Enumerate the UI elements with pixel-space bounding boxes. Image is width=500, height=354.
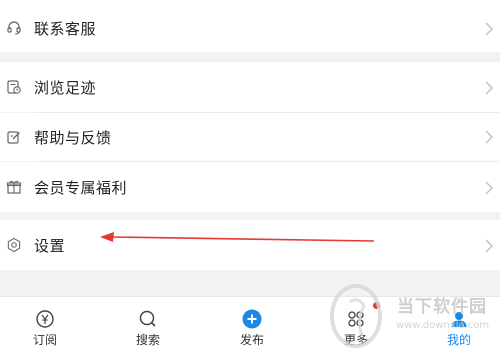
- chevron-right-icon: [485, 22, 494, 36]
- menu-item-contact[interactable]: 联系客服: [0, 0, 500, 52]
- history-icon: [6, 79, 22, 95]
- menu-item-settings[interactable]: 设置: [0, 220, 500, 270]
- chevron-right-icon: [485, 130, 494, 144]
- chevron-right-icon: [485, 81, 494, 95]
- search-icon: [139, 310, 156, 327]
- tab-label: 订阅: [32, 333, 57, 347]
- tab-publish[interactable]: 发布: [212, 297, 292, 354]
- menu-item-label: 设置: [34, 237, 66, 255]
- gift-icon: [6, 179, 22, 195]
- chevron-right-icon: [485, 239, 494, 253]
- headset-icon: [6, 20, 22, 36]
- yen-circle-icon: [36, 310, 54, 328]
- tab-search[interactable]: 搜索: [108, 297, 188, 354]
- edit-icon: [6, 129, 22, 145]
- menu-item-benefits[interactable]: 会员专属福利: [0, 162, 500, 212]
- chevron-right-icon: [485, 181, 494, 195]
- watermark-url: www.downxia.com: [396, 320, 490, 331]
- menu-item-label: 帮助与反馈: [34, 129, 112, 147]
- menu-item-feedback[interactable]: 帮助与反馈: [0, 113, 500, 161]
- tab-label: 发布: [239, 333, 264, 347]
- watermark-brand: 当下软件园: [397, 297, 487, 317]
- tab-subscribe[interactable]: 订阅: [5, 297, 85, 354]
- tab-label: 搜索: [135, 333, 160, 347]
- gear-icon: [6, 237, 22, 253]
- menu-item-history[interactable]: 浏览足迹: [0, 62, 500, 112]
- menu-item-label: 会员专属福利: [34, 179, 128, 197]
- menu-item-label: 浏览足迹: [34, 79, 97, 97]
- plus-circle-icon: [242, 309, 262, 329]
- menu-item-label: 联系客服: [34, 20, 97, 38]
